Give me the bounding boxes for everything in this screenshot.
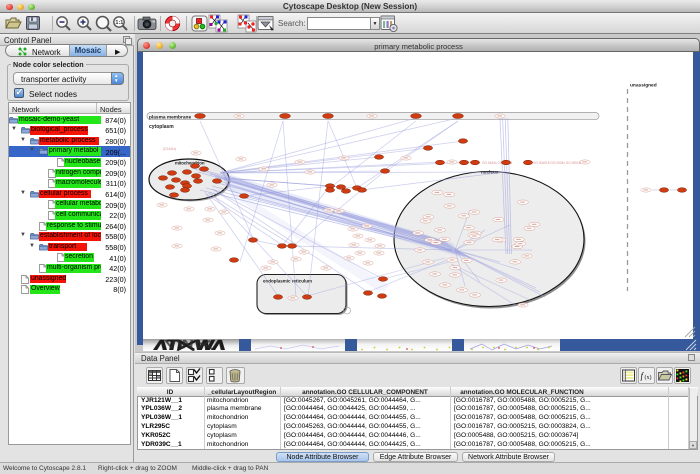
svg-text:(x): (x) bbox=[645, 374, 652, 381]
svg-text:GO.004518 GO.0004x GO.00518: GO.004518 GO.0004x GO.00518 bbox=[533, 161, 581, 165]
svg-text:endoplasmic reticulum: endoplasmic reticulum bbox=[263, 278, 312, 283]
svg-text:(C0441x): (C0441x) bbox=[163, 147, 176, 151]
svg-text:plasma membrane: plasma membrane bbox=[149, 114, 191, 120]
svg-text:cytoplasm: cytoplasm bbox=[149, 124, 174, 130]
svg-text:1:1: 1:1 bbox=[115, 20, 123, 26]
svg-text:mitochondrion: mitochondrion bbox=[175, 161, 205, 166]
svg-text:unassigned: unassigned bbox=[630, 83, 657, 89]
